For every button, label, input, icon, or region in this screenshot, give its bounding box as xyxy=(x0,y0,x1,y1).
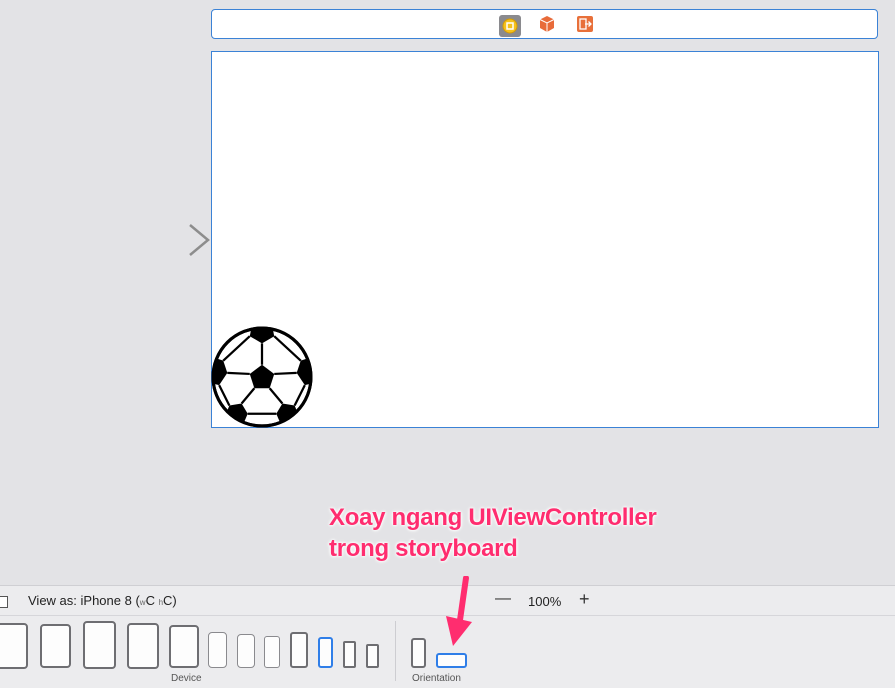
device-ipad-pro-12-icon[interactable] xyxy=(0,623,28,669)
device-ipad-icon[interactable] xyxy=(169,625,199,668)
device-iphone-8-icon[interactable] xyxy=(318,637,333,668)
device-iphone-xs-icon[interactable] xyxy=(264,636,280,668)
device-iphone-xs-max-icon[interactable] xyxy=(208,632,227,668)
annotation-line-2: trong storyboard xyxy=(329,535,518,562)
size-class-h-value: C) xyxy=(163,593,177,608)
device-ipad-pro-10-icon[interactable] xyxy=(83,621,116,669)
device-ipad-air-icon[interactable] xyxy=(127,623,159,669)
annotation-arrow-icon xyxy=(446,576,472,646)
first-responder-icon[interactable] xyxy=(538,15,558,35)
zoom-out-button[interactable]: — xyxy=(495,590,511,608)
orientation-landscape-icon[interactable] xyxy=(436,653,467,668)
group-separator xyxy=(395,621,396,681)
device-iphone-8-plus-icon[interactable] xyxy=(290,632,308,668)
device-iphone-se-icon[interactable] xyxy=(343,641,356,668)
device-group-label: Device xyxy=(171,673,202,684)
annotation-text: Xoay ngang UIViewController trong storyb… xyxy=(329,502,657,564)
device-iphone-4s-icon[interactable] xyxy=(366,644,379,668)
view-as-label[interactable]: View as: iPhone 8 (wC hC) xyxy=(28,593,177,608)
view-controller-icon[interactable] xyxy=(499,15,521,37)
zoom-level: 100% xyxy=(528,594,562,609)
zoom-in-button[interactable]: + xyxy=(579,589,590,610)
soccer-ball-image[interactable] xyxy=(211,326,313,428)
annotation-line-1: Xoay ngang UIViewController xyxy=(329,504,657,531)
orientation-portrait-icon[interactable] xyxy=(411,638,426,668)
view-as-prefix: View as: iPhone 8 ( xyxy=(28,593,140,608)
device-iphone-xr-icon[interactable] xyxy=(237,634,255,668)
orientation-group-label: Orientation xyxy=(412,673,461,684)
size-class-w-value: C xyxy=(145,593,155,608)
device-config-toggle[interactable] xyxy=(0,596,8,608)
device-ipad-pro-11-icon[interactable] xyxy=(40,624,71,668)
initial-view-controller-arrow-icon xyxy=(112,224,210,256)
exit-icon[interactable] xyxy=(576,15,596,35)
scene-dock xyxy=(211,9,878,39)
